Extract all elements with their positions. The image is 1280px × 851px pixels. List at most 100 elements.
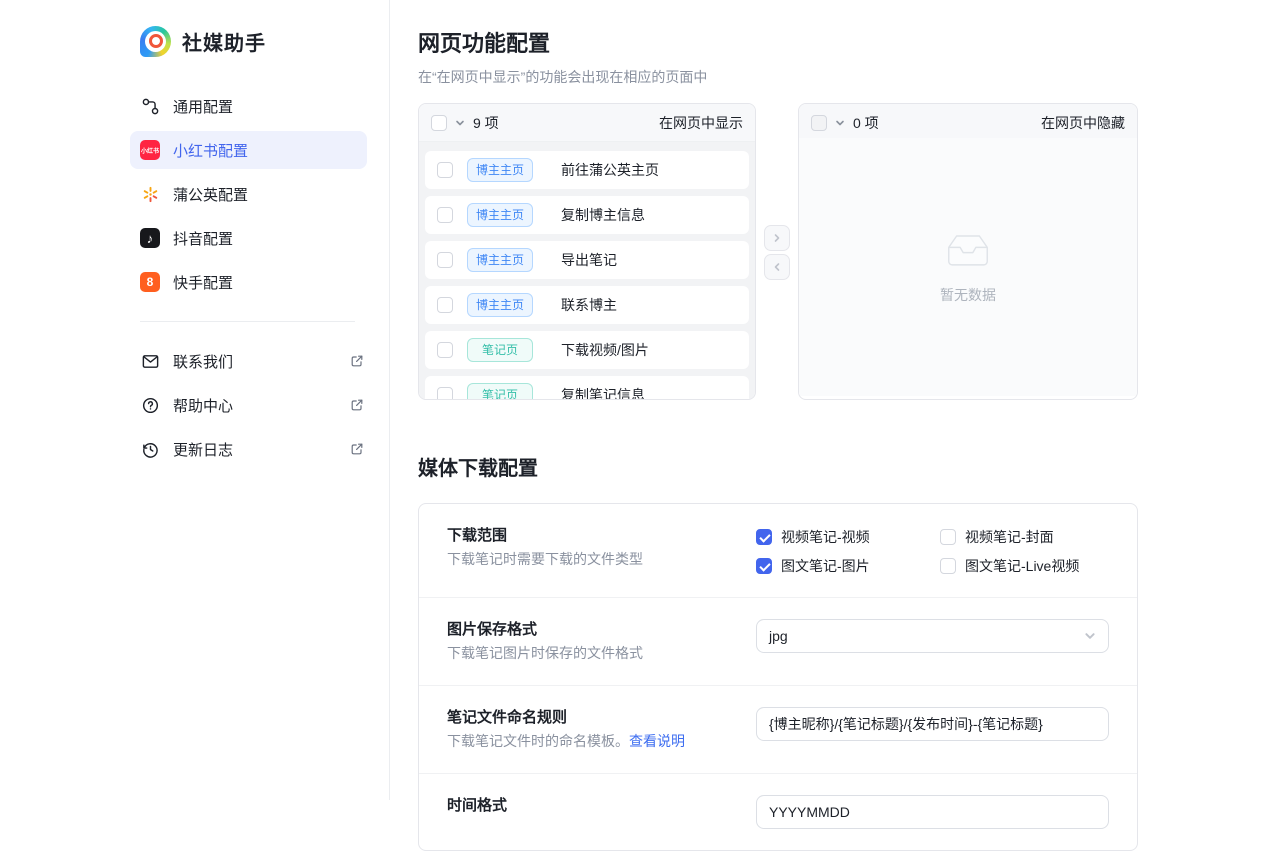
- media-section-title: 媒体下载配置: [418, 452, 1138, 481]
- sidebar-link-changelog[interactable]: 更新日志: [140, 430, 367, 468]
- sidebar-item-label: 蒲公英配置: [173, 184, 248, 205]
- time-format-input[interactable]: [756, 795, 1109, 829]
- row-desc: 下载笔记文件时的命名模板。查看说明: [447, 731, 756, 752]
- sidebar-link-help[interactable]: 帮助中心: [140, 386, 367, 424]
- item-label: 下载视频/图片: [561, 340, 649, 360]
- scope-option-live[interactable]: 图文笔记-Live视频: [940, 556, 1109, 576]
- kuaishou-icon: 8: [140, 272, 160, 292]
- sidebar-item-pugongying[interactable]: 蒲公英配置: [130, 175, 367, 213]
- sidebar-item-label: 抖音配置: [173, 228, 233, 249]
- transfer-item[interactable]: 博主主页 复制博主信息: [425, 196, 749, 234]
- page-title: 网页功能配置: [418, 30, 1138, 58]
- sidebar-item-kuaishou[interactable]: 8 快手配置: [130, 263, 367, 301]
- row-title: 笔记文件命名规则: [447, 707, 756, 729]
- row-desc: 下载笔记时需要下载的文件类型: [447, 549, 756, 570]
- transfer-panel-hidden-header: 0 项 在网页中隐藏: [799, 104, 1137, 142]
- sidebar-link-label: 帮助中心: [173, 395, 233, 416]
- item-checkbox[interactable]: [437, 297, 453, 313]
- sidebar: 社媒助手 通用配置 小红书 小红书配置 蒲公英配置 ♪: [0, 0, 390, 800]
- select-all-checkbox[interactable]: [811, 115, 827, 131]
- select-all-checkbox[interactable]: [431, 115, 447, 131]
- checkbox[interactable]: [940, 558, 956, 574]
- scope-options: 视频笔记-视频 视频笔记-封面 图文笔记-图片 图文笔记-Live视频: [756, 525, 1109, 576]
- row-title: 图片保存格式: [447, 619, 756, 641]
- mail-icon: [140, 351, 160, 371]
- transfer-panel-shown-header: 9 项 在网页中显示: [419, 104, 755, 142]
- workflow-icon: [140, 96, 160, 116]
- app-logo-icon: [140, 26, 171, 57]
- hidden-panel-title: 在网页中隐藏: [1041, 113, 1125, 133]
- transfer-shown-list: 博主主页 前往蒲公英主页 博主主页 复制博主信息 博主主页 导出笔记 博主主页 …: [419, 142, 755, 400]
- item-label: 前往蒲公英主页: [561, 160, 659, 180]
- sidebar-item-label: 通用配置: [173, 96, 233, 117]
- page-tag: 博主主页: [467, 293, 533, 317]
- sidebar-item-label: 小红书配置: [173, 140, 248, 161]
- page-tag: 博主主页: [467, 203, 533, 227]
- item-label: 复制笔记信息: [561, 385, 645, 400]
- select-value: jpg: [769, 628, 1084, 644]
- xiaohongshu-icon: 小红书: [140, 140, 160, 160]
- transfer-item[interactable]: 博主主页 联系博主: [425, 286, 749, 324]
- item-label: 联系博主: [561, 295, 617, 315]
- time-format-row: 时间格式: [419, 774, 1137, 850]
- main-content: 网页功能配置 在“在网页中显示”的功能会出现在相应的页面中 9 项 在网页中显示…: [418, 0, 1138, 851]
- external-link-icon: [347, 395, 367, 415]
- web-feature-transfer: 9 项 在网页中显示 博主主页 前往蒲公英主页 博主主页 复制博主信息 博主主页: [418, 103, 1138, 400]
- page-tag: 笔记页: [467, 338, 533, 362]
- app-name: 社媒助手: [182, 27, 266, 56]
- naming-rule-input[interactable]: [756, 707, 1109, 741]
- option-label: 视频笔记-封面: [965, 527, 1054, 547]
- sidebar-divider: [140, 321, 355, 322]
- image-format-row: 图片保存格式 下载笔记图片时保存的文件格式 jpg: [419, 598, 1137, 686]
- sidebar-item-general[interactable]: 通用配置: [130, 87, 367, 125]
- option-label: 视频笔记-视频: [781, 527, 870, 547]
- row-title: 下载范围: [447, 525, 756, 547]
- transfer-item[interactable]: 博主主页 前往蒲公英主页: [425, 151, 749, 189]
- option-label: 图文笔记-图片: [781, 556, 870, 576]
- sidebar-link-label: 更新日志: [173, 439, 233, 460]
- item-checkbox[interactable]: [437, 387, 453, 400]
- empty-state: 暂无数据: [799, 138, 1137, 396]
- checkbox[interactable]: [756, 558, 772, 574]
- transfer-item[interactable]: 博主主页 导出笔记: [425, 241, 749, 279]
- row-desc: 下载笔记图片时保存的文件格式: [447, 643, 756, 664]
- image-format-select[interactable]: jpg: [756, 619, 1109, 653]
- move-right-button[interactable]: [764, 225, 790, 251]
- scope-option-video[interactable]: 视频笔记-视频: [756, 527, 940, 547]
- page-tag: 博主主页: [467, 248, 533, 272]
- chevron-down-icon[interactable]: [455, 118, 465, 128]
- douyin-icon: ♪: [140, 228, 160, 248]
- item-checkbox[interactable]: [437, 207, 453, 223]
- sidebar-link-contact[interactable]: 联系我们: [140, 342, 367, 380]
- transfer-item[interactable]: 笔记页 复制笔记信息: [425, 376, 749, 400]
- item-checkbox[interactable]: [437, 162, 453, 178]
- transfer-item[interactable]: 笔记页 下载视频/图片: [425, 331, 749, 369]
- empty-text: 暂无数据: [940, 285, 996, 305]
- item-checkbox[interactable]: [437, 252, 453, 268]
- item-checkbox[interactable]: [437, 342, 453, 358]
- sidebar-item-xiaohongshu[interactable]: 小红书 小红书配置: [130, 131, 367, 169]
- external-link-icon: [347, 351, 367, 371]
- shown-count: 9 项: [473, 113, 499, 133]
- item-label: 导出笔记: [561, 250, 617, 270]
- chevron-down-icon[interactable]: [835, 118, 845, 128]
- move-left-button[interactable]: [764, 254, 790, 280]
- sidebar-item-douyin[interactable]: ♪ 抖音配置: [130, 219, 367, 257]
- view-docs-link[interactable]: 查看说明: [629, 733, 685, 749]
- naming-rule-row: 笔记文件命名规则 下载笔记文件时的命名模板。查看说明: [419, 686, 1137, 774]
- checkbox[interactable]: [940, 529, 956, 545]
- page-tag: 笔记页: [467, 383, 533, 400]
- scope-option-image[interactable]: 图文笔记-图片: [756, 556, 940, 576]
- page-tag: 博主主页: [467, 158, 533, 182]
- chevron-left-icon: [772, 262, 782, 272]
- scope-option-cover[interactable]: 视频笔记-封面: [940, 527, 1109, 547]
- shown-panel-title: 在网页中显示: [659, 113, 743, 133]
- row-title: 时间格式: [447, 795, 756, 817]
- app-logo: 社媒助手: [140, 26, 365, 57]
- chevron-right-icon: [772, 233, 782, 243]
- page-subtitle: 在“在网页中显示”的功能会出现在相应的页面中: [418, 67, 1138, 87]
- download-scope-row: 下载范围 下载笔记时需要下载的文件类型 视频笔记-视频 视频笔记-封面 图文笔: [419, 504, 1137, 598]
- checkbox[interactable]: [756, 529, 772, 545]
- external-link-icon: [347, 439, 367, 459]
- dandelion-icon: [140, 184, 160, 204]
